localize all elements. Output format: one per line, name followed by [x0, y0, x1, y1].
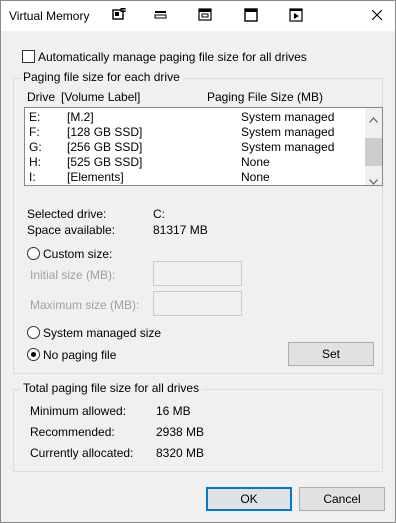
auto-manage-label[interactable]: Automatically manage paging file size fo… [38, 50, 307, 64]
drive-letter: E: [29, 110, 41, 124]
no-paging-radio[interactable] [27, 348, 40, 361]
drive-volume-label: [Elements] [67, 170, 124, 184]
recommended-label: Recommended: [30, 425, 115, 439]
initial-size-label: Initial size (MB): [30, 268, 116, 282]
close-icon [371, 9, 383, 23]
drives-group-title: Paging file size for each drive [20, 70, 183, 84]
drive-letter: I: [29, 170, 36, 184]
minimum-allowed-label: Minimum allowed: [30, 404, 127, 418]
drive-row[interactable]: E: [M.2] System managed [25, 110, 382, 125]
virtual-memory-dialog: Virtual Memory Automatically manage pagi… [0, 0, 396, 523]
close-button[interactable] [363, 3, 391, 29]
window-icon[interactable] [112, 8, 126, 22]
drive-list-scrollbar[interactable] [365, 108, 382, 185]
drive-volume-label: [128 GB SSD] [67, 125, 143, 139]
monitor-icon[interactable] [198, 8, 212, 22]
drive-row[interactable]: H: [525 GB SSD] None [25, 155, 382, 170]
initial-size-input[interactable] [153, 261, 242, 286]
minimum-allowed-value: 16 MB [156, 404, 191, 418]
drive-paging-size: System managed [241, 140, 335, 154]
scroll-down-icon[interactable] [369, 174, 378, 185]
scroll-up-icon[interactable] [369, 112, 378, 126]
drive-row[interactable]: I: [Elements] None [25, 170, 382, 185]
set-button[interactable]: Set [288, 342, 374, 366]
window-title: Virtual Memory [9, 9, 90, 23]
totals-group-title: Total paging file size for all drives [20, 381, 203, 395]
maximum-size-input[interactable] [153, 291, 242, 316]
cancel-button[interactable]: Cancel [299, 487, 385, 511]
currently-allocated-label: Currently allocated: [30, 446, 134, 460]
drive-letter: H: [29, 155, 41, 169]
currently-allocated-value: 8320 MB [156, 446, 205, 460]
drive-paging-size: System managed [241, 125, 335, 139]
custom-size-label[interactable]: Custom size: [43, 247, 112, 261]
selected-drive-value: C: [153, 207, 165, 221]
no-paging-label[interactable]: No paging file [43, 348, 116, 362]
drive-paging-size: None [241, 170, 270, 184]
auto-manage-checkbox[interactable] [22, 50, 35, 63]
drive-volume-label: [M.2] [67, 110, 94, 124]
drive-volume-label: [256 GB SSD] [67, 140, 143, 154]
drive-letter: F: [29, 125, 40, 139]
column-header-size: Paging File Size (MB) [207, 90, 324, 104]
title-bar: Virtual Memory [1, 1, 395, 31]
selected-drive-label: Selected drive: [27, 207, 107, 221]
space-available-label: Space available: [27, 223, 116, 237]
custom-size-radio[interactable] [27, 247, 40, 260]
drive-letter: G: [29, 140, 42, 154]
column-header-drive: Drive [27, 90, 56, 104]
drive-paging-size: System managed [241, 110, 335, 124]
ok-button[interactable]: OK [206, 487, 292, 511]
media-icon[interactable] [289, 8, 303, 22]
taskbar-icon[interactable] [154, 8, 168, 22]
drive-volume-label: [525 GB SSD] [67, 155, 143, 169]
recommended-value: 2938 MB [156, 425, 205, 439]
system-managed-radio[interactable] [27, 326, 40, 339]
column-header-volume-label: [Volume Label] [61, 90, 141, 104]
radio-selected-dot [31, 352, 36, 357]
maximum-size-label: Maximum size (MB): [30, 298, 140, 312]
drive-row[interactable]: F: [128 GB SSD] System managed [25, 125, 382, 140]
drive-paging-size: None [241, 155, 270, 169]
scroll-thumb[interactable] [365, 138, 382, 166]
window-frame-icon[interactable] [244, 8, 258, 22]
drive-list[interactable]: E: [M.2] System managed F: [128 GB SSD] … [24, 107, 383, 186]
system-managed-label[interactable]: System managed size [43, 326, 161, 340]
space-available-value: 81317 MB [153, 223, 208, 237]
drive-row[interactable]: G: [256 GB SSD] System managed [25, 140, 382, 155]
